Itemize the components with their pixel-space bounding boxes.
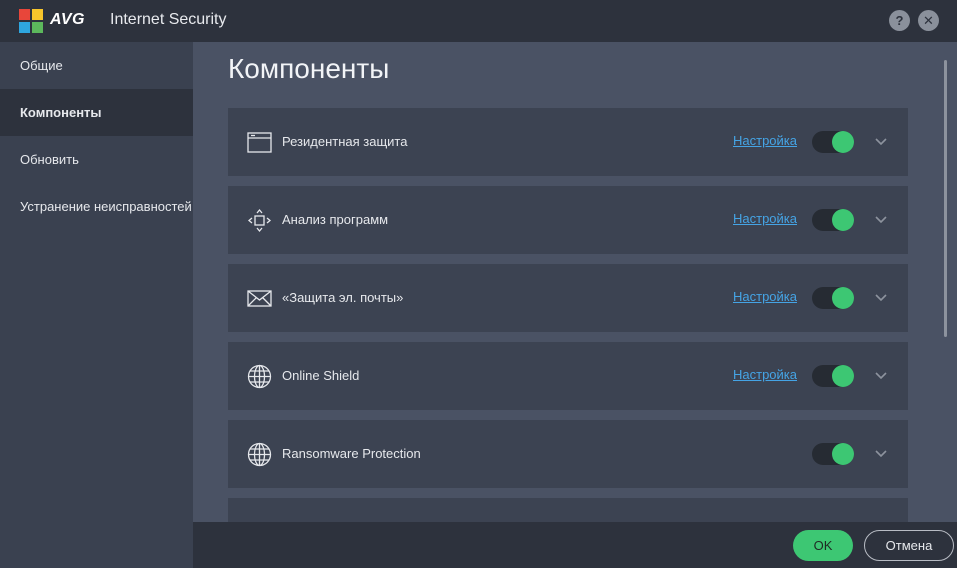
brand-name: AVG [50,11,85,28]
sidebar-item-components[interactable]: Компоненты [0,89,193,136]
toggle-knob [832,443,854,465]
scrollbar[interactable] [944,60,947,337]
page-title: Компоненты [228,53,390,84]
component-toggle[interactable] [812,365,854,387]
app-window: AVG Internet Security ? ✕ Общие Компонен… [0,0,957,568]
chevron-down-icon[interactable] [874,135,888,149]
component-card-behavior-shield: Анализ программ Настройка [228,186,908,254]
component-card-online-shield: Online Shield Настройка [228,342,908,410]
component-card-ransomware-protection: Ransomware Protection [228,420,908,488]
component-label: «Защита эл. почты» [282,290,404,305]
settings-link[interactable]: Настройка [733,133,797,148]
sidebar-item-update[interactable]: Обновить [0,136,193,183]
component-label: Online Shield [282,368,360,383]
toggle-knob [832,209,854,231]
envelope-icon [247,290,272,307]
help-button[interactable]: ? [889,10,910,31]
globe-icon [247,442,272,467]
settings-link[interactable]: Настройка [733,211,797,226]
component-label: Анализ программ [282,212,389,227]
component-toggle[interactable] [812,209,854,231]
behavior-arrows-icon [247,208,272,233]
chevron-down-icon[interactable] [874,291,888,305]
sidebar: Общие Компоненты Обновить Устранение неи… [0,42,193,568]
toggle-knob [832,131,854,153]
component-toggle[interactable] [812,287,854,309]
component-label: Ransomware Protection [282,446,421,461]
component-card-email-shield: «Защита эл. почты» Настройка [228,264,908,332]
component-card-resident-shield: Резидентная защита Настройка [228,108,908,176]
close-button[interactable]: ✕ [918,10,939,31]
ok-button[interactable]: OK [793,530,853,561]
component-toggle[interactable] [812,443,854,465]
app-title: Internet Security [110,11,227,28]
sidebar-item-general[interactable]: Общие [0,42,193,89]
title-bar: AVG Internet Security ? ✕ [0,0,957,42]
globe-icon [247,364,272,389]
component-toggle[interactable] [812,131,854,153]
footer-bar: OK Отмена [193,522,957,568]
settings-link[interactable]: Настройка [733,289,797,304]
toggle-knob [832,365,854,387]
chevron-down-icon[interactable] [874,213,888,227]
toggle-knob [832,287,854,309]
chevron-down-icon[interactable] [874,447,888,461]
settings-link[interactable]: Настройка [733,367,797,382]
main-panel: Компоненты Резидентная защита Настройка [193,42,957,566]
chevron-down-icon[interactable] [874,369,888,383]
component-label: Резидентная защита [282,134,408,149]
sidebar-item-troubleshooting[interactable]: Устранение неисправностей [0,183,193,230]
cancel-button[interactable]: Отмена [864,530,954,561]
avg-logo-icon [19,9,43,33]
window-icon [247,132,272,153]
